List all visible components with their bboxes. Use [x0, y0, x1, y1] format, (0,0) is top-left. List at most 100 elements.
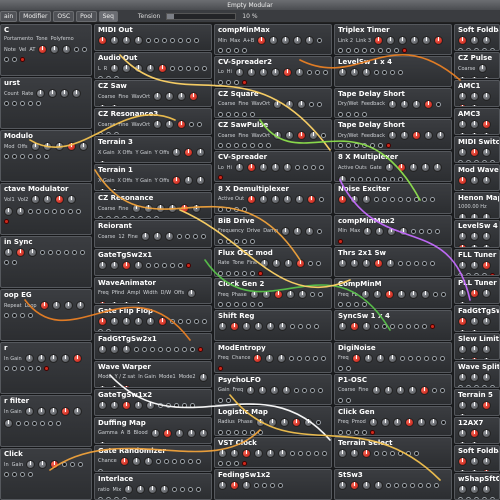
knob-control[interactable]	[470, 132, 479, 135]
patch-jack[interactable]	[466, 272, 471, 275]
patch-jack[interactable]	[150, 162, 155, 163]
patch-jack[interactable]	[170, 302, 175, 303]
patch-jack[interactable]	[440, 419, 446, 425]
knob-control[interactable]	[424, 99, 434, 109]
patch-jack[interactable]	[170, 318, 175, 324]
patch-jack[interactable]	[170, 66, 176, 72]
knob-control[interactable]	[412, 99, 422, 109]
patch-jack[interactable]	[56, 250, 61, 255]
patch-jack[interactable]	[154, 216, 159, 219]
patch-jack[interactable]	[158, 386, 163, 387]
patch-jack[interactable]	[82, 47, 88, 52]
patch-jack[interactable]	[48, 421, 53, 426]
patch-jack[interactable]	[290, 324, 295, 330]
patch-jack[interactable]	[318, 165, 324, 171]
knob-control[interactable]	[50, 45, 60, 54]
patch-jack[interactable]	[218, 143, 223, 149]
knob-control[interactable]	[160, 485, 170, 494]
knob-control[interactable]	[458, 188, 467, 191]
patch-jack[interactable]	[482, 384, 487, 387]
module-gatetgsw1x2[interactable]: GateTgSw1x2	[94, 388, 212, 416]
knob-control[interactable]	[4, 207, 13, 216]
knob-control[interactable]	[458, 176, 467, 186]
module-levelsw-1-x-4[interactable]: LevelSw 1 x 4	[334, 55, 452, 87]
module-p1-osc[interactable]: P1-OSC Coarse Fine	[334, 373, 452, 405]
knob-control[interactable]	[482, 148, 491, 158]
knob-control[interactable]	[153, 92, 163, 102]
patch-jack[interactable]	[163, 458, 169, 464]
module-stsw3[interactable]: StSw3	[334, 469, 452, 500]
knob-control[interactable]	[198, 428, 208, 438]
patch-jack[interactable]	[234, 111, 239, 117]
knob-control[interactable]	[272, 258, 282, 268]
patch-jack[interactable]	[192, 234, 198, 240]
module-wave-splitter[interactable]: Wave Splitter	[454, 360, 500, 388]
patch-jack[interactable]	[146, 216, 151, 219]
patch-jack[interactable]	[374, 324, 379, 330]
knob-control[interactable]	[362, 449, 371, 459]
module-wshapsftcl[interactable]: wShapSftCl	[454, 473, 500, 500]
module-urst[interactable]: urst Count Rate	[0, 77, 92, 129]
patch-jack[interactable]	[218, 429, 223, 435]
module-modulo[interactable]: Modulo Mod Offs	[0, 130, 92, 182]
patch-jack[interactable]	[146, 302, 151, 303]
knob-control[interactable]	[98, 344, 107, 354]
patch-jack[interactable]	[180, 487, 186, 492]
module-in-sync[interactable]: in Sync	[0, 236, 92, 288]
patch-jack[interactable]	[470, 190, 475, 191]
patch-jack[interactable]	[187, 458, 193, 464]
knob-control[interactable]	[234, 163, 244, 173]
patch-jack[interactable]	[458, 272, 463, 275]
knob-control[interactable]	[470, 456, 479, 466]
knob-control[interactable]	[458, 328, 467, 331]
patch-jack[interactable]	[436, 101, 442, 107]
knob-control[interactable]	[338, 481, 347, 491]
knob-control[interactable]	[16, 248, 25, 257]
knob-control[interactable]	[293, 36, 303, 45]
patch-jack[interactable]	[370, 48, 375, 53]
knob-control[interactable]	[470, 104, 479, 107]
knob-control[interactable]	[242, 449, 251, 459]
knob-control[interactable]	[98, 300, 107, 303]
knob-control[interactable]	[281, 226, 291, 236]
knob-control[interactable]	[110, 384, 119, 387]
module-henon-map[interactable]: Henon Map 1000.00 Hz	[454, 192, 500, 220]
patch-jack[interactable]	[354, 48, 359, 53]
knob-control[interactable]	[458, 412, 467, 415]
knob-control[interactable]	[281, 36, 291, 45]
knob-control[interactable]	[110, 64, 120, 74]
knob-control[interactable]	[55, 195, 65, 204]
patch-jack[interactable]	[415, 355, 421, 361]
knob-control[interactable]	[458, 372, 467, 382]
patch-jack[interactable]	[12, 57, 17, 62]
knob-control[interactable]	[122, 300, 131, 303]
tab-modifier[interactable]: Modifier	[19, 10, 52, 22]
knob-control[interactable]	[482, 316, 491, 326]
patch-jack[interactable]	[80, 250, 85, 255]
patch-jack[interactable]	[490, 330, 495, 331]
patch-jack[interactable]	[258, 429, 263, 435]
module-soft-foldback[interactable]: Soft Foldback	[454, 24, 500, 52]
knob-control[interactable]	[428, 417, 438, 427]
knob-control[interactable]	[383, 385, 393, 395]
patch-jack[interactable]	[242, 429, 247, 435]
knob-control[interactable]	[153, 120, 163, 130]
knob-control[interactable]	[482, 244, 491, 247]
patch-jack[interactable]	[382, 196, 387, 202]
module-cv-spreader2[interactable]: CV-Spreader2 Lo Hi	[214, 55, 332, 87]
module-gate-randomizer[interactable]: Gate Randomizer Chance	[94, 444, 212, 472]
module-compminmax2[interactable]: compMinMax2 Min Max	[334, 214, 452, 246]
patch-jack[interactable]	[470, 302, 475, 303]
knob-control[interactable]	[284, 258, 294, 268]
patch-jack[interactable]	[146, 38, 151, 43]
patch-jack[interactable]	[422, 196, 427, 202]
patch-jack[interactable]	[184, 234, 190, 240]
patch-jack[interactable]	[178, 262, 183, 268]
module-vst-clock[interactable]: VST Clock	[214, 437, 332, 469]
knob-control[interactable]	[98, 400, 107, 410]
module-mod-wave-sp[interactable]: Mod Wave Sp	[454, 164, 500, 192]
module-noise-exciter[interactable]: Noise Exciter	[334, 182, 452, 214]
patch-jack[interactable]	[386, 483, 391, 489]
knob-control[interactable]	[458, 213, 467, 219]
knob-control[interactable]	[270, 163, 280, 173]
